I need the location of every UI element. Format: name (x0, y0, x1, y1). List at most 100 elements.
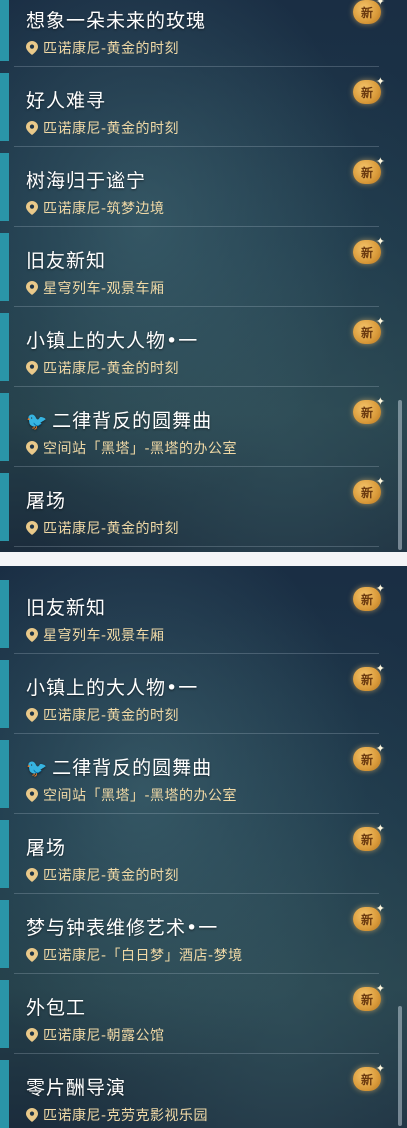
new-badge: 新 ✦ (351, 476, 385, 506)
mission-location: 匹诺康尼-黄金的时刻 (26, 518, 179, 538)
sparkle-icon: ✦ (375, 742, 385, 755)
mission-list: 旧友新知 星穹列车-观景车厢新 ✦ 小镇上的大人物•一 匹诺康尼-黄金的时刻新 ✦ 🐦 二律背… (0, 574, 407, 1128)
mission-item[interactable]: 树海归于谧宁 匹诺康尼-筑梦边境 新 ✦ (0, 147, 407, 227)
mission-title: 屠场 (26, 833, 66, 860)
item-accent-bar (0, 740, 9, 808)
mission-title-text: 梦与钟表维修艺术•一 (26, 917, 219, 939)
sparkle-icon: ✦ (375, 902, 385, 915)
location-pin-icon (26, 948, 43, 964)
mission-location-text: 星穹列车-观景车厢 (43, 628, 165, 644)
mission-list: 想象一朵未来的玫瑰 匹诺康尼-黄金的时刻新 ✦ 好人难寻 匹诺康尼-黄金的时刻新 ✦ 树海归… (0, 0, 407, 547)
location-pin-icon (26, 521, 43, 537)
mission-item[interactable]: 屠场匹诺康尼-黄金的时刻 新 ✦ (0, 814, 407, 894)
mission-title-text: 外包工 (26, 997, 87, 1019)
item-accent-bar (0, 660, 9, 728)
mission-location: 匹诺康尼-「白日梦」酒店-梦境 (26, 945, 243, 965)
mission-item[interactable]: 🐦 二律背反的圆舞曲空间站「黑塔」-黑塔的办公室 新 ✦ (0, 734, 407, 814)
mission-location: 匹诺康尼-黄金的时刻 (26, 118, 179, 138)
mission-title: 屠场 (26, 486, 66, 513)
mission-location: 空间站「黑塔」-黑塔的办公室 (26, 785, 237, 805)
mission-location-text: 匹诺康尼-黄金的时刻 (43, 361, 180, 377)
mission-location: 星穹列车-观景车厢 (26, 625, 165, 645)
sparkle-icon: ✦ (375, 315, 385, 328)
location-pin-icon (26, 868, 43, 884)
mission-location-text: 匹诺康尼-黄金的时刻 (43, 868, 180, 884)
item-accent-bar (0, 980, 9, 1048)
mission-item[interactable]: 屠场匹诺康尼-黄金的时刻 新 ✦ (0, 467, 407, 547)
mission-location-text: 空间站「黑塔」-黑塔的办公室 (43, 441, 238, 457)
item-accent-bar (0, 153, 9, 221)
item-accent-bar (0, 73, 9, 141)
sparkle-icon: ✦ (375, 155, 385, 168)
mission-location: 匹诺康尼-黄金的时刻 (26, 705, 179, 725)
mission-item[interactable]: 梦与钟表维修艺术•一匹诺康尼-「白日梦」酒店-梦境 新 ✦ (0, 894, 407, 974)
screenshot-divider (0, 552, 407, 566)
item-accent-bar (0, 393, 9, 461)
mission-item[interactable]: 想象一朵未来的玫瑰 匹诺康尼-黄金的时刻 新 ✦ (0, 0, 407, 67)
location-pin-icon (26, 708, 43, 724)
mission-location: 匹诺康尼-黄金的时刻 (26, 865, 179, 885)
mission-list-screen-top: 想象一朵未来的玫瑰 匹诺康尼-黄金的时刻新 ✦ 好人难寻 匹诺康尼-黄金的时刻新 ✦ 树海归… (0, 0, 407, 552)
mission-title: 想象一朵未来的玫瑰 (26, 6, 206, 33)
new-badge: 新 ✦ (351, 236, 385, 266)
mission-location-text: 匹诺康尼-黄金的时刻 (43, 41, 180, 57)
item-accent-bar (0, 580, 9, 648)
mission-title-text: 好人难寻 (26, 90, 107, 112)
item-accent-bar (0, 0, 9, 61)
mission-item[interactable]: 旧友新知 星穹列车-观景车厢 新 ✦ (0, 574, 407, 654)
location-pin-icon (26, 788, 43, 804)
mission-item[interactable]: 🐦 二律背反的圆舞曲 空间站「黑塔」-黑塔的办公室 新 ✦ (0, 387, 407, 467)
bird-icon: 🐦 (26, 759, 49, 779)
mission-title-text: 屠场 (26, 490, 67, 512)
item-accent-bar (0, 1060, 9, 1128)
sparkle-icon: ✦ (375, 582, 385, 595)
mission-location-text: 匹诺康尼-黄金的时刻 (43, 521, 180, 537)
sparkle-icon: ✦ (375, 662, 385, 675)
location-pin-icon (26, 361, 43, 377)
mission-item[interactable]: 零片酬导演 匹诺康尼-克劳克影视乐园 新 ✦ (0, 1054, 407, 1128)
scrollbar[interactable] (398, 400, 402, 550)
mission-list-screen-bottom: 旧友新知 星穹列车-观景车厢新 ✦ 小镇上的大人物•一 匹诺康尼-黄金的时刻新 ✦ 🐦 二律背… (0, 566, 407, 1128)
mission-location: 匹诺康尼-黄金的时刻 (26, 38, 179, 58)
new-badge: 新 ✦ (351, 743, 385, 773)
mission-item[interactable]: 外包工匹诺康尼-朝露公馆 新 ✦ (0, 974, 407, 1054)
new-badge: 新 ✦ (351, 983, 385, 1013)
item-accent-bar (0, 473, 9, 541)
mission-title-text: 小镇上的大人物•一 (26, 677, 199, 699)
location-pin-icon (26, 628, 43, 644)
mission-title-text: 树海归于谧宁 (26, 170, 147, 192)
mission-location: 匹诺康尼-克劳克影视乐园 (26, 1105, 208, 1125)
new-badge: 新 ✦ (351, 316, 385, 346)
mission-item[interactable]: 旧友新知星穹列车-观景车厢 新 ✦ (0, 227, 407, 307)
bird-icon: 🐦 (26, 412, 49, 432)
location-pin-icon (26, 281, 43, 297)
new-badge: 新 ✦ (351, 903, 385, 933)
item-accent-bar (0, 313, 9, 381)
new-badge: 新 ✦ (351, 823, 385, 853)
mission-title: 🐦 二律背反的圆舞曲 (26, 406, 212, 433)
scrollbar[interactable] (398, 1006, 402, 1126)
mission-location: 匹诺康尼-朝露公馆 (26, 1025, 165, 1045)
item-accent-bar (0, 900, 9, 968)
row-separator (14, 546, 379, 547)
mission-item[interactable]: 小镇上的大人物•一 匹诺康尼-黄金的时刻 新 ✦ (0, 654, 407, 734)
mission-title-text: 想象一朵未来的玫瑰 (26, 10, 207, 32)
mission-location-text: 空间站「黑塔」-黑塔的办公室 (43, 788, 238, 804)
mission-location-text: 匹诺康尼-克劳克影视乐园 (43, 1108, 209, 1124)
mission-title: 🐦 二律背反的圆舞曲 (26, 753, 212, 780)
mission-location-text: 匹诺康尼-黄金的时刻 (43, 121, 180, 137)
location-pin-icon (26, 1108, 43, 1124)
mission-title: 好人难寻 (26, 86, 106, 113)
sparkle-icon: ✦ (375, 0, 385, 8)
mission-location-text: 星穹列车-观景车厢 (43, 281, 165, 297)
mission-item[interactable]: 好人难寻 匹诺康尼-黄金的时刻 新 ✦ (0, 67, 407, 147)
new-badge: 新 ✦ (351, 583, 385, 613)
mission-title-text: 二律背反的圆舞曲 (52, 410, 213, 432)
mission-location-text: 匹诺康尼-筑梦边境 (43, 201, 165, 217)
location-pin-icon (26, 41, 43, 57)
mission-title: 旧友新知 (26, 246, 106, 273)
mission-location: 匹诺康尼-筑梦边境 (26, 198, 165, 218)
location-pin-icon (26, 1028, 43, 1044)
sparkle-icon: ✦ (375, 822, 385, 835)
mission-item[interactable]: 小镇上的大人物•一 匹诺康尼-黄金的时刻 新 ✦ (0, 307, 407, 387)
